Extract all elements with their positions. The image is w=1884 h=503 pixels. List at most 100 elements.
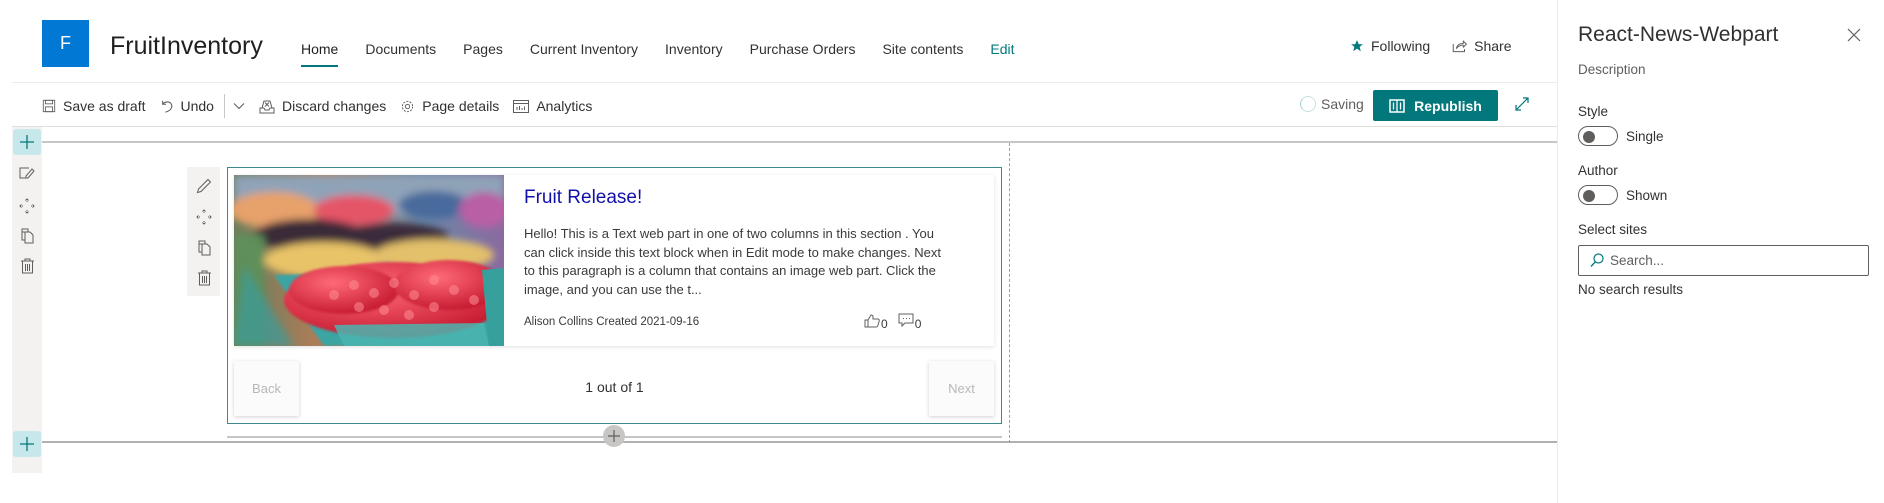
nav-inventory[interactable]: Inventory (665, 38, 723, 60)
nav-pages[interactable]: Pages (463, 38, 503, 60)
duplicate-section-button[interactable] (18, 227, 36, 245)
share-icon (1452, 39, 1467, 53)
style-toggle[interactable] (1578, 126, 1618, 146)
gear-icon (400, 99, 415, 114)
style-label: Style (1578, 104, 1609, 119)
save-draft-button[interactable]: Save as draft (42, 98, 146, 114)
discard-changes-button[interactable]: Discard changes (259, 98, 386, 114)
property-pane: React-News-Webpart Description Style Sin… (1557, 0, 1884, 503)
add-section-top-button[interactable] (13, 129, 41, 155)
plus-icon (608, 430, 620, 442)
undo-dropdown-chevron-icon[interactable] (233, 102, 245, 110)
delete-webpart-button[interactable] (195, 269, 213, 287)
edit-section-button[interactable] (18, 165, 36, 183)
saving-label: Saving (1321, 96, 1364, 112)
analytics-button[interactable]: Analytics (513, 98, 592, 114)
duplicate-webpart-button[interactable] (195, 239, 213, 257)
plus-icon (20, 135, 34, 149)
move-icon (196, 209, 212, 225)
comment-count[interactable]: 0 (898, 313, 922, 331)
book-icon (1389, 98, 1405, 113)
command-bar-divider (12, 126, 1557, 127)
analytics-label: Analytics (536, 98, 593, 114)
discard-icon (259, 99, 275, 114)
move-icon (19, 198, 35, 214)
nav-purchase-orders[interactable]: Purchase Orders (750, 38, 856, 60)
next-button[interactable]: Next (929, 361, 994, 416)
pencil-icon (196, 178, 212, 194)
page-details-label: Page details (422, 98, 500, 114)
header-actions: Following Share (1350, 38, 1512, 54)
news-webpart[interactable]: Fruit Release! Hello! This is a Text web… (227, 167, 1002, 424)
expand-icon[interactable] (1514, 96, 1530, 112)
undo-icon (160, 99, 174, 113)
author-toggle[interactable] (1578, 185, 1618, 205)
undo-label: Undo (180, 98, 214, 114)
no-search-results: No search results (1578, 282, 1684, 297)
add-section-bottom-button[interactable] (13, 431, 41, 457)
share-button[interactable]: Share (1452, 38, 1512, 54)
news-title-link[interactable]: Fruit Release! (524, 187, 642, 209)
style-toggle-text: Single (1626, 128, 1664, 144)
save-draft-label: Save as draft (63, 98, 146, 114)
nav-site-contents[interactable]: Site contents (882, 38, 963, 60)
nav-documents[interactable]: Documents (365, 38, 436, 60)
news-card[interactable]: Fruit Release! Hello! This is a Text web… (234, 175, 994, 346)
nav-current-inventory[interactable]: Current Inventory (530, 38, 638, 60)
add-webpart-button[interactable] (603, 425, 625, 447)
pane-description: Description (1578, 62, 1646, 77)
nav-home[interactable]: Home (301, 38, 339, 67)
pane-title: React-News-Webpart (1578, 23, 1779, 46)
like-count-value: 0 (881, 317, 888, 331)
news-image-raspberries[interactable] (234, 175, 504, 346)
style-toggle-row: Single (1578, 126, 1664, 146)
delete-section-button[interactable] (18, 257, 36, 275)
site-search-box[interactable] (1578, 245, 1869, 276)
move-section-button[interactable] (18, 197, 36, 215)
like-count[interactable]: 0 (864, 313, 888, 331)
header-divider (12, 82, 1557, 83)
share-label: Share (1474, 38, 1512, 54)
news-excerpt: Hello! This is a Text web part in one of… (524, 226, 941, 297)
search-icon (1590, 253, 1604, 268)
trash-icon (197, 270, 211, 286)
pager-status: 1 out of 1 (585, 379, 644, 395)
save-icon (42, 99, 56, 113)
site-title[interactable]: FruitInventory (110, 30, 263, 62)
site-search-input[interactable] (1610, 253, 1850, 268)
news-author-date: Alison Collins Created 2021-09-16 (524, 316, 700, 328)
republish-button[interactable]: Republish (1373, 90, 1498, 121)
star-icon (1350, 39, 1364, 53)
author-toggle-text: Shown (1626, 187, 1668, 203)
site-logo-letter: F (60, 33, 71, 53)
news-stats: 0 0 (864, 313, 922, 331)
saving-spinner-icon (1300, 96, 1316, 112)
site-navigation: Home Documents Pages Current Inventory I… (301, 38, 1042, 67)
move-webpart-button[interactable] (195, 208, 213, 226)
webpart-toolbar (187, 167, 220, 296)
column-divider (1009, 143, 1010, 443)
comment-icon (898, 313, 914, 328)
command-separator (223, 94, 225, 118)
author-toggle-row: Shown (1578, 185, 1667, 205)
analytics-icon (513, 99, 530, 113)
edit-section-icon (19, 167, 35, 181)
copy-icon (198, 240, 211, 256)
close-icon[interactable] (1847, 28, 1861, 42)
section-toolbar (12, 127, 42, 473)
trash-icon (20, 258, 34, 274)
author-label: Author (1578, 163, 1618, 178)
edit-webpart-button[interactable] (195, 177, 213, 195)
comment-count-value: 0 (914, 317, 922, 331)
following-button[interactable]: Following (1350, 38, 1430, 54)
select-sites-label: Select sites (1578, 222, 1648, 237)
saving-status: Saving (1300, 96, 1364, 112)
copy-icon (21, 228, 34, 244)
nav-edit-link[interactable]: Edit (990, 38, 1014, 60)
undo-button[interactable]: Undo (160, 98, 214, 114)
discard-changes-label: Discard changes (281, 98, 387, 114)
page-details-button[interactable]: Page details (400, 98, 499, 114)
thumbs-up-icon (864, 313, 880, 328)
plus-icon (20, 437, 34, 451)
site-logo[interactable]: F (42, 20, 89, 67)
